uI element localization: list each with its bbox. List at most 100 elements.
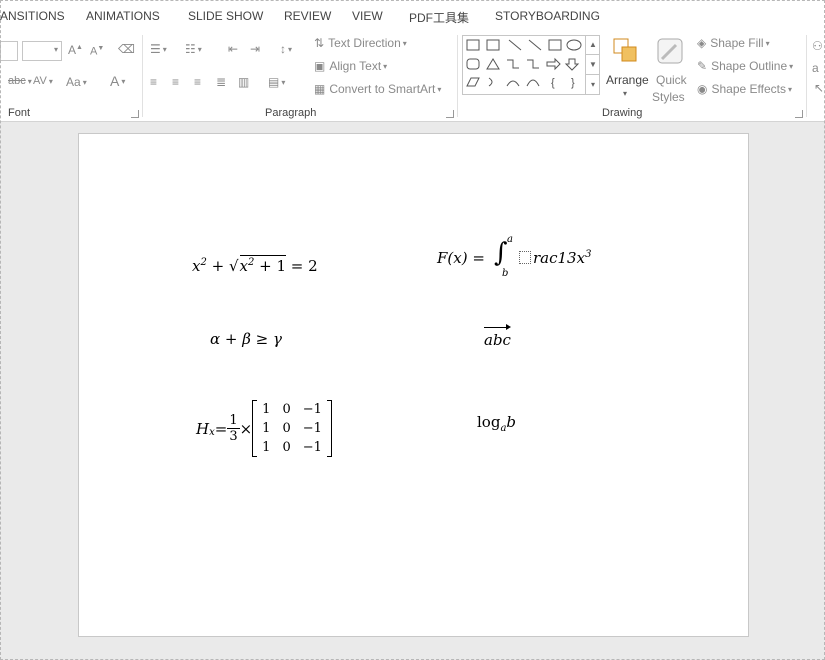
numbering-button[interactable]: ☷ bbox=[185, 42, 202, 56]
font-size-combo[interactable]: ▾ bbox=[22, 41, 62, 61]
tab-animations[interactable]: ANIMATIONS bbox=[86, 9, 160, 23]
align-text-label: Align Text bbox=[329, 59, 382, 73]
svg-text:{: { bbox=[551, 77, 555, 89]
indent-icon: ⇥ bbox=[250, 42, 261, 56]
effects-icon: ◉ bbox=[697, 82, 708, 96]
equation-log[interactable]: logab bbox=[477, 413, 516, 434]
arrange-label: Arrange bbox=[606, 73, 649, 87]
columns-button[interactable]: ▤ bbox=[268, 75, 285, 89]
equation-sqrt[interactable]: x2 + √x2 + 1 = 2 bbox=[192, 255, 318, 275]
shapes-gallery[interactable]: { } bbox=[462, 35, 600, 95]
eq-upper-limit: a bbox=[507, 234, 513, 245]
eq-operator: = bbox=[214, 419, 228, 438]
shape-outline-label: Shape Outline bbox=[711, 59, 788, 73]
vector-arrow-icon: abc bbox=[484, 324, 511, 349]
eq-lhs: H bbox=[196, 419, 210, 438]
font-dialog-launcher[interactable] bbox=[131, 110, 139, 118]
chevron-down-icon[interactable]: ▼ bbox=[586, 55, 600, 75]
align-center-button[interactable]: ≡ bbox=[172, 75, 179, 89]
change-case-label: Aa bbox=[66, 75, 81, 89]
tab-slide-show[interactable]: SLIDE SHOW bbox=[188, 9, 263, 23]
drawing-group-label: Drawing bbox=[602, 107, 643, 119]
align-center-icon: ≡ bbox=[172, 75, 180, 89]
line-spacing-icon: ↕ bbox=[280, 42, 286, 56]
equation-vector[interactable]: abc bbox=[484, 324, 511, 349]
equation-matrix[interactable]: Hx = 13 × 1 0 −1 1 0 −1 1 0 −1 bbox=[196, 400, 332, 457]
font-color-label: A bbox=[110, 73, 120, 89]
select-button[interactable]: ↖ bbox=[814, 81, 824, 95]
tab-transitions[interactable]: ANSITIONS bbox=[0, 9, 65, 23]
shape-fill-button[interactable]: ◈ Shape Fill bbox=[697, 36, 770, 50]
decrease-indent-button[interactable]: ⇤ bbox=[228, 42, 238, 56]
ribbon-tabs: ANSITIONS ANIMATIONS SLIDE SHOW REVIEW V… bbox=[0, 0, 825, 32]
svg-text:}: } bbox=[571, 77, 575, 89]
eq-rhs: = 2 bbox=[286, 257, 318, 275]
paint-bucket-icon: ◈ bbox=[697, 36, 707, 50]
replace-button[interactable]: a bbox=[812, 61, 819, 75]
justify-button[interactable]: ≣ bbox=[216, 75, 226, 89]
matrix-cell: 0 bbox=[282, 402, 291, 417]
shape-fill-label: Shape Fill bbox=[710, 36, 764, 50]
chevron-down-icon: ▾ bbox=[53, 45, 58, 54]
matrix: 1 0 −1 1 0 −1 1 0 −1 bbox=[252, 400, 332, 457]
tab-pdf-tools[interactable]: PDF工具集 bbox=[409, 9, 469, 26]
shape-effects-button[interactable]: ◉ Shape Effects bbox=[697, 82, 792, 96]
equation-greek[interactable]: α + β ≥ γ bbox=[210, 330, 282, 348]
numbering-icon: ☷ bbox=[185, 42, 196, 56]
change-case-button[interactable]: Aa bbox=[66, 75, 87, 89]
chevron-up-icon[interactable]: ▲ bbox=[586, 35, 600, 55]
paragraph-dialog-launcher[interactable] bbox=[446, 110, 454, 118]
group-separator bbox=[457, 35, 458, 117]
clear-formatting-button[interactable]: ⌫ bbox=[118, 42, 135, 56]
drawing-dialog-launcher[interactable] bbox=[795, 110, 803, 118]
eraser-icon: ⌫ bbox=[118, 42, 135, 56]
bullets-icon: ☰ bbox=[150, 42, 161, 56]
tab-storyboarding[interactable]: STORYBOARDING bbox=[495, 9, 600, 23]
increase-font-button[interactable]: A▲ bbox=[68, 43, 83, 57]
find-button[interactable]: ⚇ bbox=[812, 39, 823, 53]
eq-term: b bbox=[506, 413, 517, 431]
eq-exponent: 3 bbox=[585, 249, 592, 260]
chevron-down-icon: ▾ bbox=[623, 89, 628, 98]
bullets-button[interactable]: ☰ bbox=[150, 42, 167, 56]
quick-styles-button[interactable]: Quick Styles bbox=[652, 35, 692, 107]
smartart-icon: ▦ bbox=[314, 82, 326, 96]
matrix-row: 1 0 −1 bbox=[256, 438, 328, 457]
eq-lower-limit: b bbox=[502, 268, 509, 279]
eq-radicand: x2 + 1 bbox=[239, 255, 287, 275]
matrix-cell: −1 bbox=[302, 402, 322, 417]
shape-outline-button[interactable]: ✎ Shape Outline bbox=[697, 59, 793, 73]
align-text-button[interactable]: ▣ Align Text bbox=[314, 59, 387, 73]
font-color-button[interactable]: A bbox=[110, 73, 125, 89]
arrange-icon bbox=[613, 38, 637, 62]
matrix-cell: −1 bbox=[302, 421, 322, 436]
text-direction-button[interactable]: ⇅ Text Direction bbox=[314, 36, 407, 50]
tab-review[interactable]: REVIEW bbox=[284, 9, 331, 23]
distributed-button[interactable]: ▥ bbox=[238, 75, 249, 89]
line-spacing-button[interactable]: ↕ bbox=[280, 42, 292, 56]
paragraph-group-label: Paragraph bbox=[265, 107, 317, 119]
matrix-cell: 1 bbox=[262, 440, 271, 455]
convert-smartart-label: Convert to SmartArt bbox=[329, 82, 436, 96]
convert-smartart-button[interactable]: ▦ Convert to SmartArt bbox=[314, 82, 441, 96]
char-spacing-button[interactable]: AV bbox=[33, 75, 53, 87]
matrix-cell: 0 bbox=[282, 440, 291, 455]
slide-canvas[interactable]: x2 + √x2 + 1 = 2 F(x) = ∫ a b rac13x3 α … bbox=[78, 133, 749, 637]
columns-icon: ▤ bbox=[268, 75, 280, 89]
group-separator bbox=[142, 35, 143, 117]
shrink-font-icon: A▼ bbox=[90, 45, 105, 58]
eq-fraction: 13 bbox=[227, 413, 240, 444]
quick-styles-icon bbox=[657, 38, 683, 64]
font-name-combo[interactable] bbox=[0, 41, 18, 61]
decrease-font-button[interactable]: A▼ bbox=[90, 45, 104, 58]
matrix-table: 1 0 −1 1 0 −1 1 0 −1 bbox=[256, 400, 328, 457]
strikethrough-button[interactable]: abc bbox=[8, 75, 32, 87]
gallery-scroll[interactable]: ▲ ▼ ▾ bbox=[585, 35, 600, 95]
align-left-button[interactable]: ≡ bbox=[150, 75, 157, 89]
align-right-button[interactable]: ≡ bbox=[194, 75, 201, 89]
increase-indent-button[interactable]: ⇥ bbox=[250, 42, 260, 56]
more-icon[interactable]: ▾ bbox=[586, 75, 600, 94]
arrange-button[interactable]: Arrange ▾ bbox=[606, 35, 649, 107]
tab-view[interactable]: VIEW bbox=[352, 9, 383, 23]
quick-styles-label-2: Styles bbox=[652, 90, 685, 104]
